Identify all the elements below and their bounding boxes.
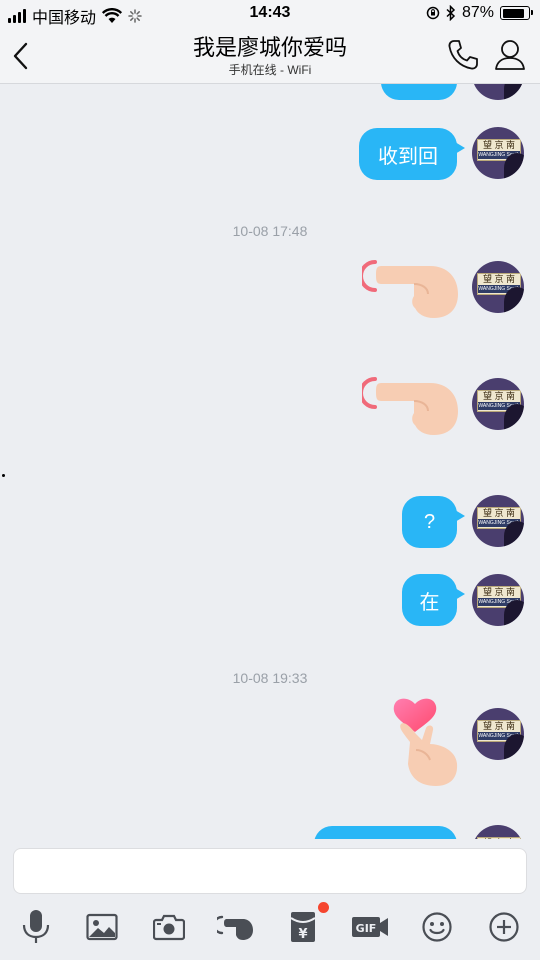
image-icon bbox=[86, 913, 118, 941]
battery-level bbox=[502, 8, 525, 18]
my-avatar[interactable]: 望 京 南WANGJING South bbox=[472, 84, 524, 100]
bluetooth-icon bbox=[446, 5, 456, 21]
my-avatar[interactable]: 望 京 南WANGJING South bbox=[472, 708, 524, 760]
red-packet-icon: ¥ bbox=[290, 912, 316, 942]
poke-icon bbox=[217, 915, 253, 940]
poke-sticker[interactable] bbox=[359, 371, 462, 437]
svg-text:GIF: GIF bbox=[356, 922, 377, 935]
carrier-label: 中国移动 bbox=[32, 10, 97, 27]
status-left: 中国移动 bbox=[8, 4, 142, 28]
my-avatar[interactable]: 望 京 南WANGJING South bbox=[472, 825, 524, 839]
message-text: ? bbox=[423, 510, 436, 533]
my-avatar[interactable]: 望 京 南WANGJING South bbox=[472, 378, 524, 430]
wifi-icon bbox=[102, 8, 123, 23]
finger-heart-sticker[interactable] bbox=[390, 694, 462, 790]
poke-hand-icon bbox=[359, 377, 458, 435]
camera-icon bbox=[153, 914, 185, 941]
red-packet-button[interactable]: ¥ bbox=[283, 909, 323, 945]
my-avatar[interactable]: 望 京 南WANGJING South bbox=[472, 495, 524, 547]
my-avatar[interactable]: 望 京 南WANGJING South bbox=[472, 261, 524, 313]
chat-message-list[interactable]: 望 京 南WANGJING South 收到回 望 京 南WANGJING So… bbox=[0, 84, 540, 839]
input-area: ¥ GIF bbox=[0, 839, 540, 960]
signal-icon bbox=[8, 9, 26, 23]
my-avatar[interactable]: 望 京 南WANGJING South bbox=[472, 127, 524, 179]
phone-icon bbox=[448, 40, 478, 70]
message-input[interactable] bbox=[13, 848, 527, 894]
stray-dot bbox=[2, 474, 5, 477]
message-bubble[interactable]: ? bbox=[402, 496, 465, 548]
photo-button[interactable] bbox=[82, 909, 122, 945]
message-bubble-partial[interactable] bbox=[381, 84, 457, 100]
my-avatar[interactable]: 望 京 南WANGJING South bbox=[472, 574, 524, 626]
finger-heart-icon bbox=[393, 698, 458, 786]
voice-call-button[interactable] bbox=[446, 38, 480, 72]
emoji-button[interactable] bbox=[417, 909, 457, 945]
gif-button[interactable]: GIF bbox=[350, 909, 390, 945]
message-bubble[interactable]: 收到回 bbox=[359, 128, 465, 180]
message-bubble-partial[interactable] bbox=[314, 826, 457, 839]
battery-percent: 87% bbox=[461, 4, 494, 21]
person-icon bbox=[495, 40, 525, 70]
status-bar: 中国移动 14:43 87% bbox=[0, 0, 540, 30]
message-timestamp: 10-08 17:48 bbox=[232, 223, 308, 239]
orientation-lock-icon bbox=[426, 6, 440, 20]
more-button[interactable] bbox=[484, 909, 524, 945]
mic-icon bbox=[22, 910, 50, 943]
camera-button[interactable] bbox=[149, 909, 189, 945]
poke-hand-icon bbox=[359, 260, 458, 318]
notification-dot bbox=[318, 902, 329, 913]
status-right: 87% bbox=[426, 4, 533, 22]
svg-text:¥: ¥ bbox=[298, 927, 307, 942]
poke-button[interactable] bbox=[216, 909, 256, 945]
message-text: 收到回 bbox=[378, 145, 438, 168]
voice-button[interactable] bbox=[16, 909, 56, 945]
contact-profile-button[interactable] bbox=[494, 38, 526, 72]
poke-sticker[interactable] bbox=[359, 254, 462, 320]
loading-spinner-icon bbox=[128, 9, 142, 23]
battery-icon bbox=[500, 6, 533, 20]
message-text: 在 bbox=[419, 591, 440, 614]
message-bubble[interactable]: 在 bbox=[402, 574, 465, 626]
message-timestamp: 10-08 19:33 bbox=[232, 670, 308, 686]
plus-icon bbox=[489, 912, 519, 942]
emoji-icon bbox=[422, 912, 452, 942]
gif-icon: GIF bbox=[352, 917, 388, 937]
